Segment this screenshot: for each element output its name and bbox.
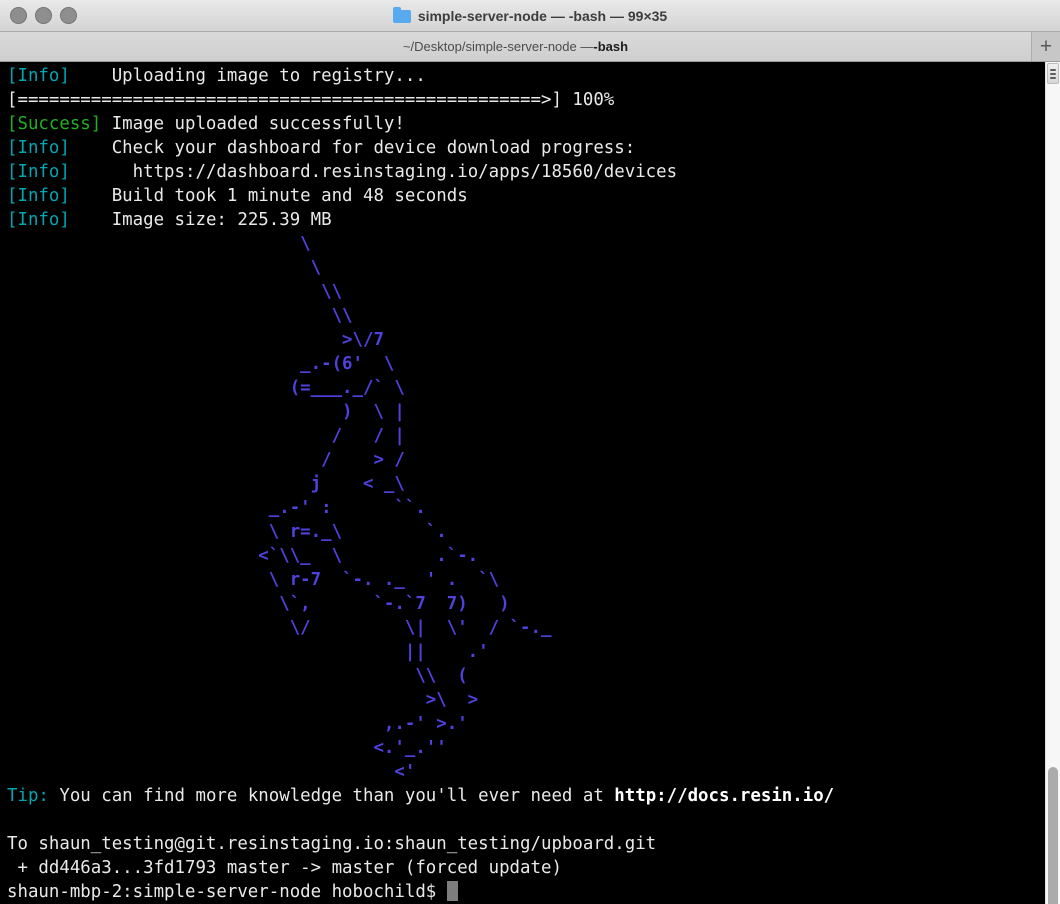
terminal-line: [Info] Uploading image to registry...: [7, 64, 1045, 88]
terminal-line: \ r=._\ `.: [7, 520, 1045, 544]
terminal-line: \\: [7, 280, 1045, 304]
scrollbar-thumb[interactable]: [1048, 767, 1058, 904]
terminal-line: _.-' : ``.: [7, 496, 1045, 520]
terminal-line: \\: [7, 304, 1045, 328]
terminal-window: simple-server-node — -bash — 99×35 ~/Des…: [0, 0, 1060, 904]
terminal-line: / / |: [7, 424, 1045, 448]
scrollbar[interactable]: [1045, 62, 1060, 904]
terminal-line: \`, `-.`7 7) ): [7, 592, 1045, 616]
terminal-line: (=___._/` \: [7, 376, 1045, 400]
terminal-line: >\/7: [7, 328, 1045, 352]
terminal-line: [Success] Image uploaded successfully!: [7, 112, 1045, 136]
terminal-line: ) \ |: [7, 400, 1045, 424]
terminal-line: shaun-mbp-2:simple-server-node hobochild…: [7, 880, 1045, 904]
terminal-line: <': [7, 760, 1045, 784]
terminal-content[interactable]: [Info] Uploading image to registry...[==…: [0, 62, 1045, 904]
tab-bash[interactable]: ~/Desktop/simple-server-node — -bash: [0, 32, 1031, 61]
terminal-line: \: [7, 256, 1045, 280]
terminal-output: [Info] Uploading image to registry...[==…: [7, 64, 1045, 904]
terminal-line: [7, 808, 1045, 832]
terminal-line: [=======================================…: [7, 88, 1045, 112]
terminal-line: + dd446a3...3fd1793 master -> master (fo…: [7, 856, 1045, 880]
title-bar[interactable]: simple-server-node — -bash — 99×35: [0, 0, 1060, 32]
terminal-line: \: [7, 232, 1045, 256]
terminal-line: _.-(6' \: [7, 352, 1045, 376]
tab-title-path: ~/Desktop/simple-server-node —: [403, 39, 593, 54]
terminal-line: <.'_.'': [7, 736, 1045, 760]
tab-title-process: -bash: [593, 39, 628, 54]
terminal-line: j < _\: [7, 472, 1045, 496]
tab-bar: ~/Desktop/simple-server-node — -bash +: [0, 32, 1060, 62]
terminal-line: \\ (: [7, 664, 1045, 688]
terminal-line: ,.-' >.': [7, 712, 1045, 736]
terminal-line: To shaun_testing@git.resinstaging.io:sha…: [7, 832, 1045, 856]
terminal-line: [Info] https://dashboard.resinstaging.io…: [7, 160, 1045, 184]
folder-icon: [393, 10, 411, 23]
terminal-line: [Info] Check your dashboard for device d…: [7, 136, 1045, 160]
split-pane-icon: [1050, 69, 1056, 71]
terminal-line: \ r-7 `-. ._ ' . `\: [7, 568, 1045, 592]
new-tab-button[interactable]: +: [1031, 32, 1060, 61]
terminal-line: || .': [7, 640, 1045, 664]
terminal-line: [Info] Build took 1 minute and 48 second…: [7, 184, 1045, 208]
terminal-line: [Info] Image size: 225.39 MB: [7, 208, 1045, 232]
terminal-cursor: [447, 881, 458, 901]
window-title: simple-server-node — -bash — 99×35: [418, 8, 667, 24]
terminal-line: Tip: You can find more knowledge than yo…: [7, 784, 1045, 808]
terminal-line: <`\\_ \ .`-.: [7, 544, 1045, 568]
split-pane-button[interactable]: [1047, 63, 1059, 84]
plus-icon: +: [1040, 36, 1052, 57]
terminal-line: >\ >: [7, 688, 1045, 712]
terminal-line: / > /: [7, 448, 1045, 472]
terminal-line: \/ \| \' / `-._: [7, 616, 1045, 640]
